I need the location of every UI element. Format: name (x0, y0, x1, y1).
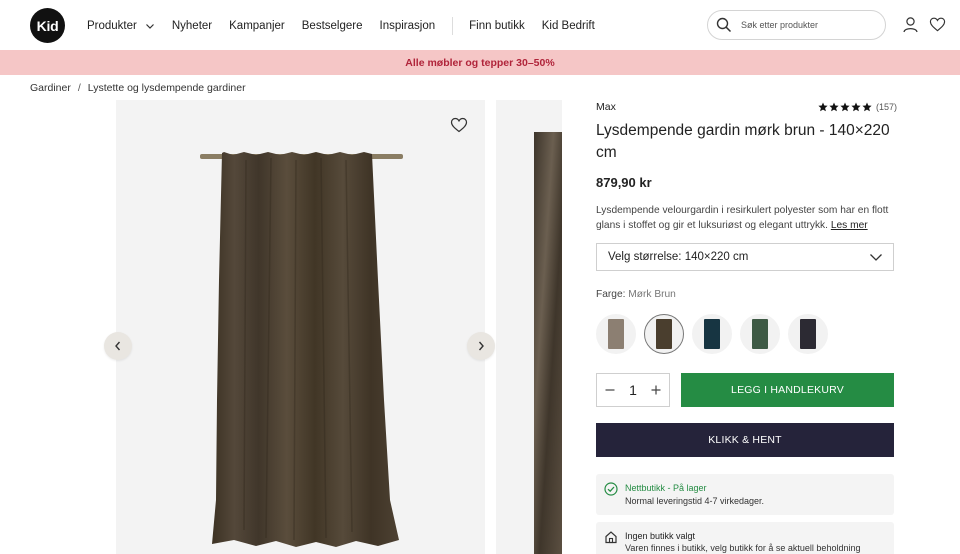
kid-logo[interactable]: Kid (30, 8, 65, 43)
nav-label: Kid Bedrift (541, 20, 595, 32)
color-swatch-petrol[interactable] (692, 314, 732, 354)
product-price: 879,90 kr (596, 175, 652, 190)
check-circle-icon (604, 482, 618, 496)
gallery-next-button[interactable] (467, 332, 495, 360)
size-select-value: Velg størrelse: 140×220 cm (608, 251, 749, 263)
favorite-heart-icon[interactable] (450, 117, 468, 133)
swatch-thumbnail (608, 319, 624, 349)
swatch-thumbnail (752, 319, 768, 349)
nav-label: Kampanjer (229, 20, 285, 32)
promo-text: Alle møbler og tepper 30–50% (405, 56, 555, 69)
nav-label: Produkter (87, 20, 137, 32)
curtain-image (200, 152, 403, 547)
product-brand[interactable]: Max (596, 101, 616, 113)
color-swatch-mork-brun[interactable] (644, 314, 684, 354)
plus-icon (651, 385, 661, 395)
store-title: Ingen butikk valgt (625, 531, 696, 541)
color-label-prefix: Farge: (596, 289, 626, 300)
color-swatches (596, 314, 836, 354)
swatch-thumbnail (656, 319, 672, 349)
nav-item-kid-bedrift[interactable]: Kid Bedrift (542, 20, 595, 32)
color-swatch-beige[interactable] (596, 314, 636, 354)
product-image-secondary[interactable] (496, 100, 562, 554)
heart-icon[interactable] (929, 16, 946, 33)
chevron-down-icon (145, 24, 154, 29)
chevron-down-icon (870, 254, 882, 261)
color-value: Mørk Brun (628, 289, 676, 300)
search-bar[interactable] (707, 10, 886, 40)
star-icon (862, 102, 872, 112)
nav-label: Nyheter (171, 20, 213, 32)
breadcrumb-item[interactable]: Gardiner (30, 82, 71, 94)
chevron-left-icon (115, 341, 121, 351)
nav-item-finn-butikk[interactable]: Finn butikk (469, 20, 525, 32)
nav-item-kampanjer[interactable]: Kampanjer (229, 20, 285, 32)
color-swatch-antrasitt[interactable] (788, 314, 828, 354)
color-label: Farge: Mørk Brun (596, 289, 676, 300)
user-icon[interactable] (902, 16, 919, 33)
quantity-decrease-button[interactable] (603, 383, 617, 397)
stock-detail: Normal leveringstid 4-7 virkedager. (625, 496, 765, 506)
review-count: (157) (876, 102, 898, 112)
search-icon (716, 17, 732, 33)
chevron-right-icon (478, 341, 484, 351)
add-to-cart-button[interactable]: LEGG I HANDLEKURV (681, 373, 894, 407)
read-more-link[interactable]: Les mer (831, 220, 868, 231)
promo-banner[interactable]: Alle møbler og tepper 30–50% (0, 50, 960, 75)
nav-item-nyheter[interactable]: Nyheter (172, 20, 212, 32)
product-title: Lysdempende gardin mørk brun - 140×220 c… (596, 122, 890, 161)
product-description: Lysdempende velourgardin i resirkulert p… (596, 203, 901, 233)
quantity-stepper: 1 (596, 373, 670, 407)
nav-item-produkter[interactable]: Produkter (87, 20, 155, 32)
star-icon (818, 102, 828, 112)
product-rating[interactable]: (157) (818, 102, 897, 112)
search-input[interactable] (741, 20, 871, 30)
minus-icon (605, 389, 615, 391)
gallery-prev-button[interactable] (104, 332, 132, 360)
star-icon (840, 102, 850, 112)
site-header: Kid Produkter Nyheter Kampanjer Bestselg… (0, 0, 960, 50)
nav-divider (452, 17, 454, 35)
nav-label: Inspirasjon (379, 20, 436, 32)
store-stock-status[interactable]: Ingen butikk valgt Varen finnes i butikk… (596, 522, 894, 554)
breadcrumb-item[interactable]: Lystette og lysdempende gardiner (88, 82, 246, 94)
stock-title: Nettbutikk - På lager (625, 483, 707, 493)
swatch-thumbnail (704, 319, 720, 349)
star-icon (851, 102, 861, 112)
rating-stars (818, 102, 873, 112)
fabric-closeup-image (534, 132, 562, 554)
color-swatch-gronn[interactable] (740, 314, 780, 354)
nav-label: Bestselgere (301, 20, 363, 32)
breadcrumb: Gardiner / Lystette og lysdempende gardi… (30, 82, 246, 94)
nav-item-inspirasjon[interactable]: Inspirasjon (380, 20, 436, 32)
product-image-main[interactable] (116, 100, 485, 554)
quantity-increase-button[interactable] (649, 383, 663, 397)
nav-item-bestselgere[interactable]: Bestselgere (302, 20, 363, 32)
click-and-collect-button[interactable]: KLIKK & HENT (596, 423, 894, 457)
online-stock-status: Nettbutikk - På lager Normal leveringsti… (596, 474, 894, 515)
quantity-value[interactable]: 1 (629, 382, 637, 398)
main-nav: Produkter Nyheter Kampanjer Bestselgere … (87, 17, 612, 35)
breadcrumb-separator: / (77, 82, 81, 94)
swatch-thumbnail (800, 319, 816, 349)
size-select[interactable]: Velg størrelse: 140×220 cm (596, 243, 894, 271)
store-detail: Varen finnes i butikk, velg butikk for å… (625, 543, 861, 553)
store-icon (605, 531, 617, 544)
star-icon (829, 102, 839, 112)
nav-label: Finn butikk (469, 20, 525, 32)
